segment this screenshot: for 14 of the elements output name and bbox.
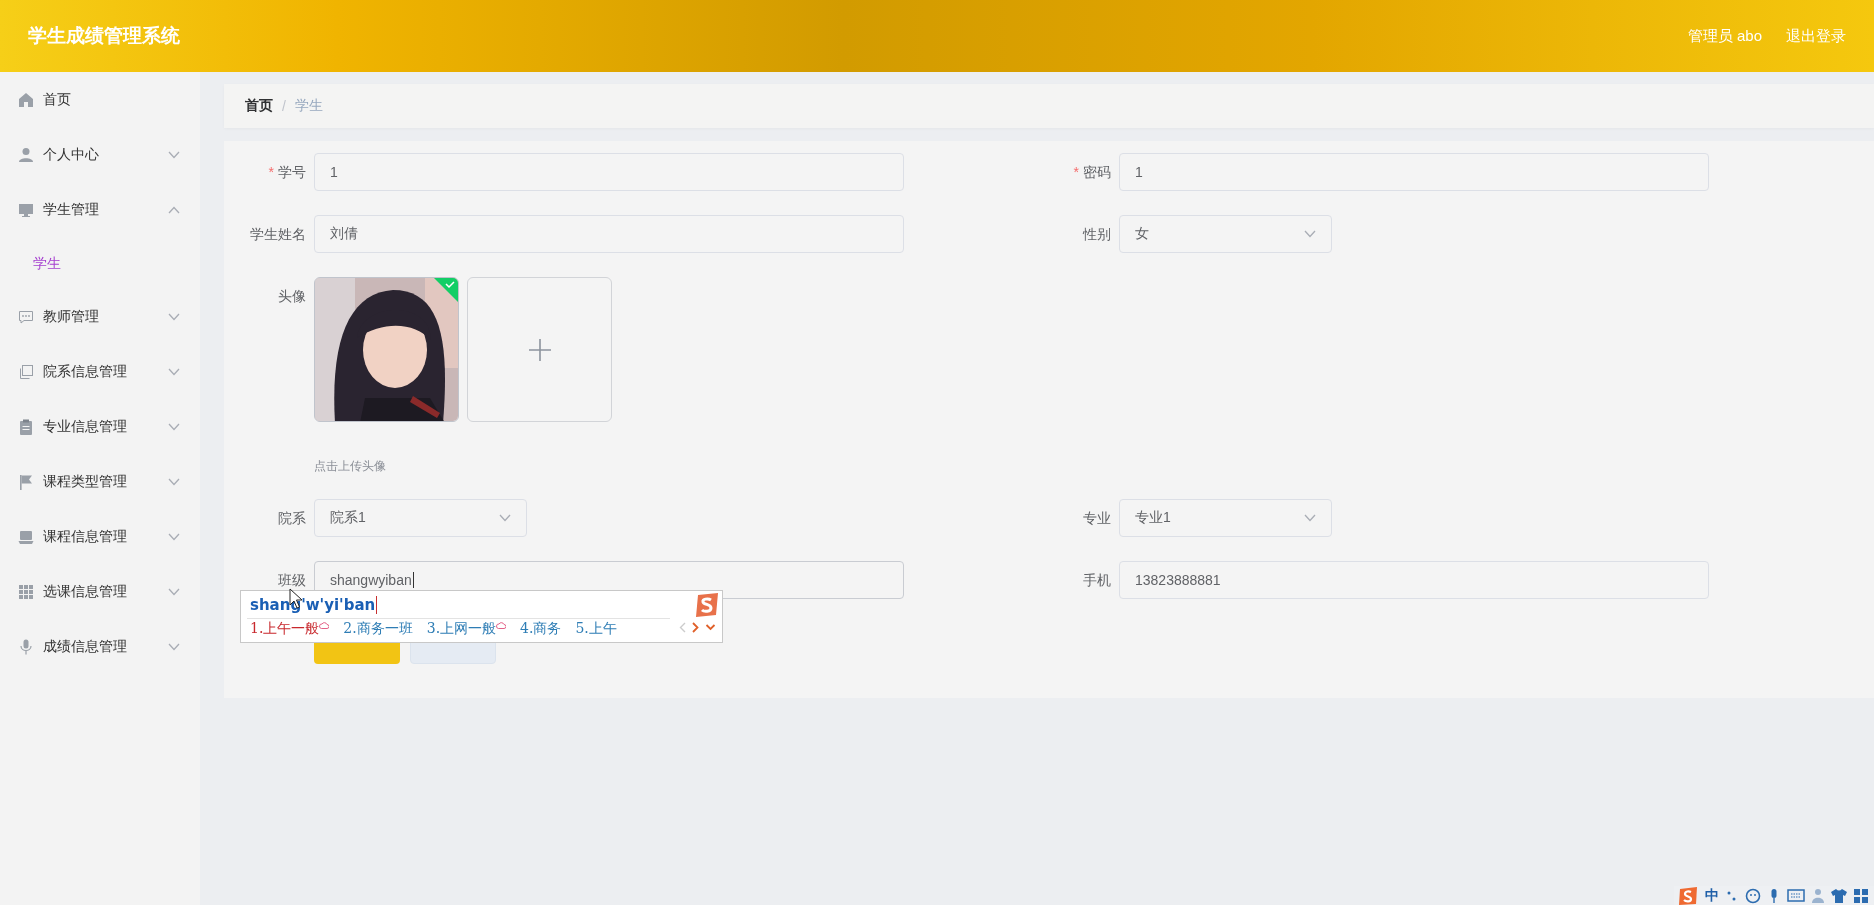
field-label: * 密码 [1073, 164, 1111, 180]
breadcrumb-item: 学生 [294, 97, 323, 115]
field-label: 手机 [1083, 572, 1111, 588]
field-label: * 学号 [268, 164, 306, 180]
field-label: 头像 [278, 288, 306, 304]
breadcrumb-separator: / [282, 98, 286, 114]
field-label: 班级 [278, 572, 306, 588]
field-label: 性别 [1083, 226, 1111, 242]
app-title: 学生成绩管理系统 [28, 24, 180, 48]
field-label: 学生姓名 [250, 226, 306, 242]
field-label: 院系 [278, 510, 306, 526]
field-label: 专业 [1083, 510, 1111, 526]
upload-hint: 点击上传头像 [314, 458, 387, 475]
user-label: 管理员 abo [1687, 26, 1762, 46]
